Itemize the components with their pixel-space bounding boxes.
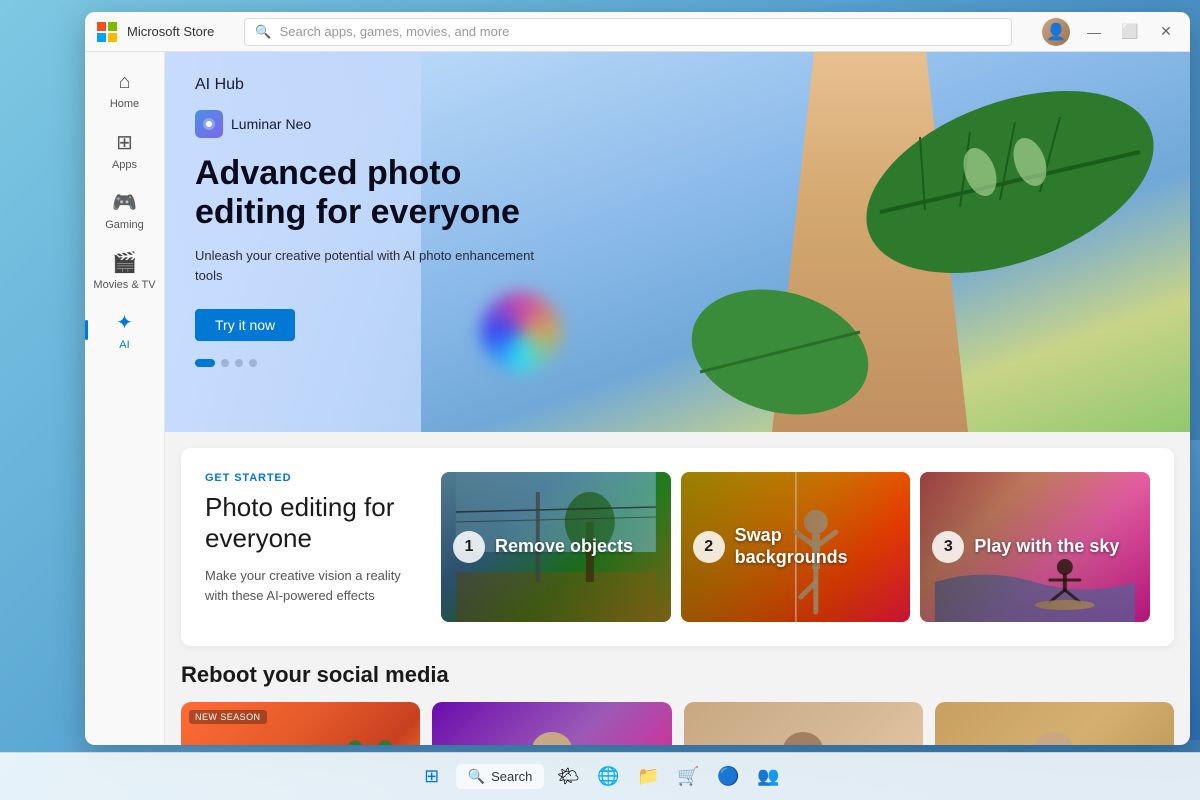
dot-2[interactable] <box>235 359 243 367</box>
sidebar: ⌂ Home ⊞ Apps 🎮 Gaming 🎬 Movies & TV ✦ A… <box>85 52 165 745</box>
sidebar-apps-label: Apps <box>112 159 137 171</box>
reboot-cards: New Season LOOK <box>181 702 1174 745</box>
hero-dots <box>195 359 535 367</box>
hero-app-badge: Luminar Neo <box>195 110 535 138</box>
reboot-section: Reboot your social media New Season LOOK <box>165 662 1190 745</box>
card-content-2: 2 Swap backgrounds <box>681 472 911 622</box>
taskbar-store[interactable]: 🛒 <box>672 761 704 793</box>
hero-title: Advanced photo editing for everyone <box>195 154 535 232</box>
get-started-section: GET STARTED Photo editing for everyone M… <box>181 448 1174 646</box>
hero-app-name: Luminar Neo <box>231 116 311 132</box>
sidebar-item-gaming[interactable]: 🎮 Gaming <box>93 182 157 238</box>
taskbar-search[interactable]: 🔍 Search <box>456 764 545 789</box>
person-silhouette-2 <box>522 722 582 745</box>
sidebar-ai-label: AI <box>119 339 129 351</box>
taskbar-search-label: Search <box>491 769 532 784</box>
maximize-button[interactable]: ⬜ <box>1118 20 1142 44</box>
reboot-card-3[interactable] <box>684 702 923 745</box>
card-num-text-1: 1 <box>465 538 474 556</box>
main-content: AI Hub Luminar Neo Advanced photo editin… <box>165 52 1190 745</box>
taskbar-widgets[interactable]: 🌤 <box>552 761 584 793</box>
get-started-cards: 1 Remove objects <box>441 472 1150 622</box>
get-started-title: Photo editing for everyone <box>205 492 425 554</box>
window-title: Microsoft Store <box>127 24 214 39</box>
card-label-3: Play with the sky <box>974 536 1119 558</box>
start-button[interactable]: ⊞ <box>416 761 448 793</box>
search-bar[interactable]: 🔍 Search apps, games, movies, and more <box>244 18 1012 46</box>
hero-content: AI Hub Luminar Neo Advanced photo editin… <box>165 52 565 432</box>
dot-1[interactable] <box>221 359 229 367</box>
card-number-2: 2 <box>693 531 725 563</box>
minimize-button[interactable]: — <box>1082 20 1106 44</box>
taskbar-edge2[interactable]: 🔵 <box>712 761 744 793</box>
microsoft-store-window: Microsoft Store 🔍 Search apps, games, mo… <box>85 12 1190 745</box>
card-label-2: Swap backgrounds <box>735 525 899 568</box>
paw-icon <box>330 712 410 745</box>
dot-0[interactable] <box>195 359 215 367</box>
sidebar-item-home[interactable]: ⌂ Home <box>93 62 157 118</box>
taskbar-teams[interactable]: 👥 <box>752 761 784 793</box>
taskbar-explorer[interactable]: 📁 <box>632 761 664 793</box>
apps-icon: ⊞ <box>116 130 133 155</box>
gs-card-swap-backgrounds[interactable]: 2 Swap backgrounds <box>681 472 911 622</box>
hero-banner: AI Hub Luminar Neo Advanced photo editin… <box>165 52 1190 432</box>
card-number-3: 3 <box>932 531 964 563</box>
taskbar-search-icon: 🔍 <box>468 768 485 785</box>
sidebar-item-apps[interactable]: ⊞ Apps <box>93 122 157 178</box>
sidebar-movies-label: Movies & TV <box>93 279 155 291</box>
sidebar-item-ai[interactable]: ✦ AI <box>93 302 157 358</box>
card-label-1: Remove objects <box>495 536 633 558</box>
luminar-icon <box>195 110 223 138</box>
card-num-text-3: 3 <box>944 538 953 556</box>
reboot-card-4[interactable] <box>935 702 1174 745</box>
search-placeholder: Search apps, games, movies, and more <box>280 24 510 39</box>
sidebar-gaming-label: Gaming <box>105 219 144 231</box>
window-body: ⌂ Home ⊞ Apps 🎮 Gaming 🎬 Movies & TV ✦ A… <box>85 52 1190 745</box>
hero-section-label: AI Hub <box>195 76 535 94</box>
card-number-1: 1 <box>453 531 485 563</box>
ai-icon: ✦ <box>116 310 133 335</box>
person-silhouette-4 <box>1024 722 1084 745</box>
close-button[interactable]: ✕ <box>1154 20 1178 44</box>
reboot-card-2[interactable] <box>432 702 671 745</box>
get-started-tag: GET STARTED <box>205 472 425 484</box>
ms-store-logo <box>97 22 117 42</box>
sidebar-item-movies-tv[interactable]: 🎬 Movies & TV <box>93 242 157 298</box>
taskbar: ⊞ 🔍 Search 🌤 🌐 📁 🛒 🔵 👥 <box>0 752 1200 800</box>
get-started-left: GET STARTED Photo editing for everyone M… <box>205 472 425 622</box>
taskbar-edge[interactable]: 🌐 <box>592 761 624 793</box>
user-avatar[interactable]: 👤 <box>1042 18 1070 46</box>
gs-card-remove-objects[interactable]: 1 Remove objects <box>441 472 671 622</box>
gaming-icon: 🎮 <box>112 190 137 215</box>
reboot-card-1-badge: New Season <box>189 710 267 724</box>
card-num-text-2: 2 <box>704 538 713 556</box>
gs-card-play-with-sky[interactable]: 3 Play with the sky <box>920 472 1150 622</box>
get-started-description: Make your creative vision a reality with… <box>205 566 425 605</box>
search-icon: 🔍 <box>255 24 271 40</box>
sidebar-home-label: Home <box>110 98 139 110</box>
person-silhouette-3 <box>773 722 833 745</box>
hero-cta-button[interactable]: Try it now <box>195 309 295 341</box>
reboot-card-1[interactable]: New Season LOOK <box>181 702 420 745</box>
title-bar: Microsoft Store 🔍 Search apps, games, mo… <box>85 12 1190 52</box>
movies-icon: 🎬 <box>112 250 137 275</box>
tropical-leaf-small <box>670 252 890 432</box>
card-content-3: 3 Play with the sky <box>920 472 1131 622</box>
window-controls: 👤 — ⬜ ✕ <box>1042 18 1178 46</box>
card-content-1: 1 Remove objects <box>441 472 645 622</box>
home-icon: ⌂ <box>118 71 130 94</box>
reboot-section-title: Reboot your social media <box>181 662 1174 688</box>
dot-3[interactable] <box>249 359 257 367</box>
hero-subtitle: Unleash your creative potential with AI … <box>195 246 535 285</box>
